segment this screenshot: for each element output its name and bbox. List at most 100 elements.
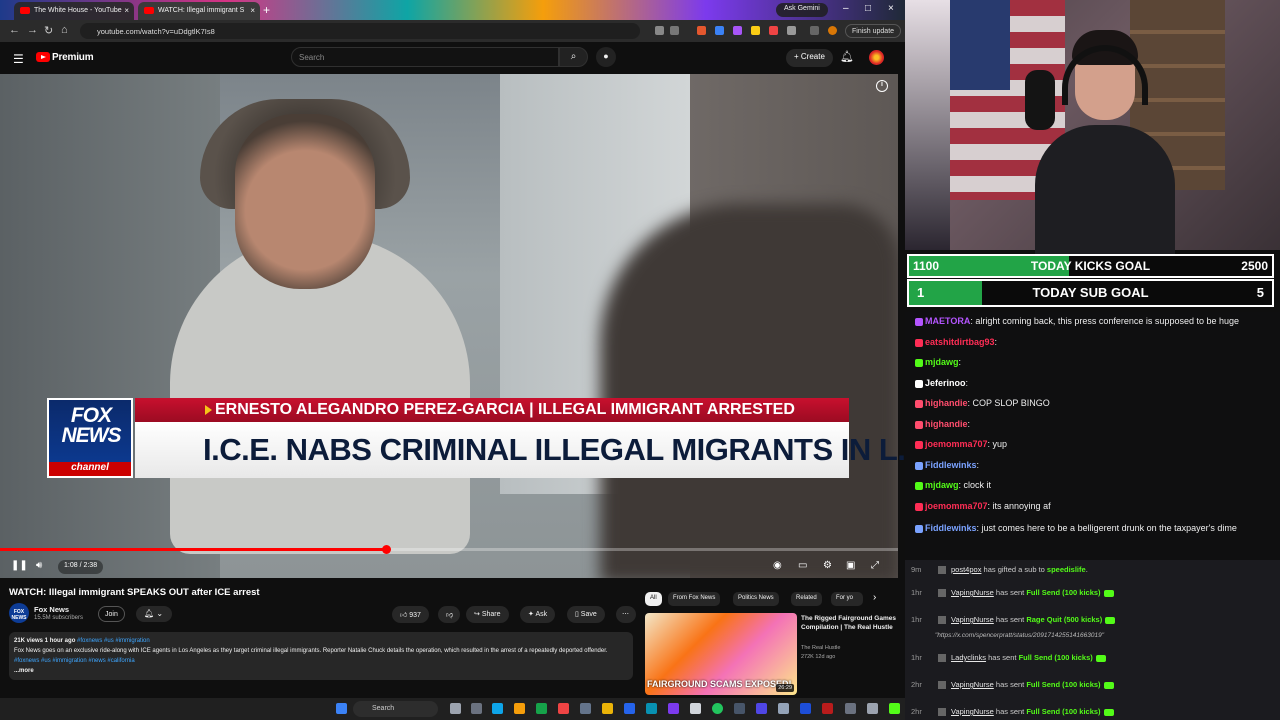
home-icon[interactable]: ⌂: [61, 24, 68, 36]
recommended-channel[interactable]: The Real Hustle: [801, 645, 840, 651]
more-actions-button[interactable]: ⋯: [616, 606, 636, 623]
chat-username[interactable]: joemomma707: [925, 501, 988, 511]
chip-from-fox-news[interactable]: From Fox News: [668, 592, 721, 606]
taskbar-app-icon[interactable]: [492, 703, 503, 714]
extensions-puzzle-icon[interactable]: [787, 26, 796, 35]
taskbar-app-icon[interactable]: [668, 703, 679, 714]
chat-username[interactable]: joemomma707: [925, 439, 988, 449]
share-button[interactable]: ↪ Share: [466, 606, 509, 623]
windows-start-icon[interactable]: [336, 703, 347, 714]
info-icon[interactable]: i: [876, 80, 888, 92]
chat-username[interactable]: eatshitdirtbag93: [925, 337, 995, 347]
chat-username[interactable]: Jeferinoo: [925, 378, 966, 388]
avatar[interactable]: [869, 50, 884, 65]
miniplayer-icon[interactable]: ▣: [846, 560, 855, 571]
like-button[interactable]: 👍︎ 937: [392, 606, 429, 623]
close-tab-icon[interactable]: ×: [124, 6, 129, 15]
captions-icon[interactable]: ▭: [798, 560, 807, 571]
autoplay-toggle[interactable]: ◉: [773, 560, 782, 571]
taskbar-app-icon[interactable]: [845, 703, 856, 714]
event-message-link[interactable]: "https://x.com/spencerpratt/status/20917…: [935, 632, 1104, 639]
seek-bar[interactable]: [0, 545, 898, 554]
finish-update-button[interactable]: Finish update: [845, 24, 902, 38]
spotify-icon[interactable]: [712, 703, 723, 714]
recommended-thumbnail[interactable]: FAIRGROUND SCAMS EXPOSED! 26:29: [645, 613, 797, 695]
sidebar-icon[interactable]: [810, 26, 819, 35]
join-button[interactable]: Join: [98, 606, 125, 622]
taskbar-app-icon[interactable]: [580, 703, 591, 714]
dislike-button[interactable]: 👎︎: [438, 606, 460, 623]
hashtags[interactable]: #foxnews #us #immigration: [77, 638, 150, 644]
settings-icon[interactable]: ⚙: [823, 560, 832, 571]
voice-search-button[interactable]: ●: [596, 47, 616, 67]
chat-username[interactable]: MAETORA: [925, 316, 970, 326]
menu-icon[interactable]: ☰: [13, 52, 24, 66]
extension-icon[interactable]: [733, 26, 742, 35]
taskbar-app-icon[interactable]: [867, 703, 878, 714]
chip-politics-news[interactable]: Politics News: [733, 592, 779, 606]
taskbar-app-icon[interactable]: [778, 703, 789, 714]
browser-tab-white-house[interactable]: The White House - YouTube ×: [14, 2, 134, 20]
install-icon[interactable]: [655, 26, 664, 35]
event-username[interactable]: VapingNurse: [951, 680, 994, 689]
profile-avatar[interactable]: [828, 26, 837, 35]
event-username[interactable]: post4pox: [951, 565, 981, 574]
browser-tab-watch[interactable]: WATCH: Illegal immigrant S ×: [138, 2, 260, 20]
channel-name[interactable]: Fox News: [34, 605, 69, 614]
close-window-icon[interactable]: ×: [888, 3, 894, 14]
recommended-title[interactable]: The Rigged Fairground Games Compilation …: [801, 614, 896, 632]
taskbar-app-icon[interactable]: [646, 703, 657, 714]
save-button[interactable]: ▯ Save: [567, 606, 605, 623]
ask-button[interactable]: ✦ Ask: [520, 606, 556, 623]
video-player[interactable]: i: [0, 74, 898, 578]
folder-icon[interactable]: [602, 703, 613, 714]
chat-username[interactable]: mjdawg: [925, 357, 959, 367]
event-username[interactable]: VapingNurse: [951, 588, 994, 597]
extension-icon[interactable]: [697, 26, 706, 35]
address-bar[interactable]: youtube.com/watch?v=uDdgtlK7Is8: [80, 23, 640, 39]
kick-icon[interactable]: [889, 703, 900, 714]
taskbar-app-icon[interactable]: [756, 703, 767, 714]
extension-icon[interactable]: [769, 26, 778, 35]
taskbar-app-icon[interactable]: [734, 703, 745, 714]
taskbar-app-icon[interactable]: [822, 703, 833, 714]
chat-username[interactable]: Fiddlewinks: [925, 523, 977, 533]
hashtags[interactable]: #foxnews #us #immigration #news #califor…: [14, 658, 135, 664]
new-tab-icon[interactable]: +: [263, 3, 270, 17]
close-tab-icon[interactable]: ×: [250, 6, 255, 15]
show-more-link[interactable]: ...more: [14, 666, 628, 676]
taskbar-app-icon[interactable]: [536, 703, 547, 714]
taskview-icon[interactable]: [471, 703, 482, 714]
search-input[interactable]: Search: [291, 47, 559, 67]
extension-icon[interactable]: [751, 26, 760, 35]
extension-icon[interactable]: [715, 26, 724, 35]
event-username[interactable]: VapingNurse: [951, 615, 994, 624]
reload-icon[interactable]: ↻: [44, 24, 53, 37]
pause-icon[interactable]: ❚❚: [11, 560, 28, 571]
channel-avatar[interactable]: FOX NEWS: [9, 603, 29, 623]
fullscreen-icon[interactable]: ⤢: [871, 560, 879, 571]
description-box[interactable]: 21K views 1 hour ago #foxnews #us #immig…: [9, 632, 633, 680]
search-button[interactable]: ⌕: [559, 47, 588, 67]
chat-username[interactable]: Fiddlewinks: [925, 460, 977, 470]
chevron-right-icon[interactable]: ›: [873, 592, 876, 603]
chip-related[interactable]: Related: [791, 592, 822, 606]
taskbar-app-icon[interactable]: [800, 703, 811, 714]
forward-icon[interactable]: →: [27, 24, 38, 36]
minimize-icon[interactable]: –: [843, 3, 849, 14]
taskbar-search[interactable]: Search: [353, 701, 438, 717]
taskbar-app-icon[interactable]: [558, 703, 569, 714]
volume-icon[interactable]: 🔊︎: [36, 560, 42, 571]
event-username[interactable]: Ladyclinks: [951, 653, 986, 662]
subscription-bell-button[interactable]: 🔔︎ ⌄: [136, 606, 172, 622]
bookmark-star-icon[interactable]: [670, 26, 679, 35]
taskbar-app-icon[interactable]: [690, 703, 701, 714]
chip-all[interactable]: All: [645, 592, 662, 606]
taskbar-app-icon[interactable]: [624, 703, 635, 714]
create-button[interactable]: + Create: [786, 49, 833, 67]
ask-gemini-button[interactable]: Ask Gemini: [776, 3, 828, 17]
back-icon[interactable]: ←: [9, 24, 20, 36]
chip-for-you[interactable]: For yo: [831, 592, 863, 606]
chat-username[interactable]: highandie: [925, 419, 968, 429]
chrome-icon[interactable]: [514, 703, 525, 714]
